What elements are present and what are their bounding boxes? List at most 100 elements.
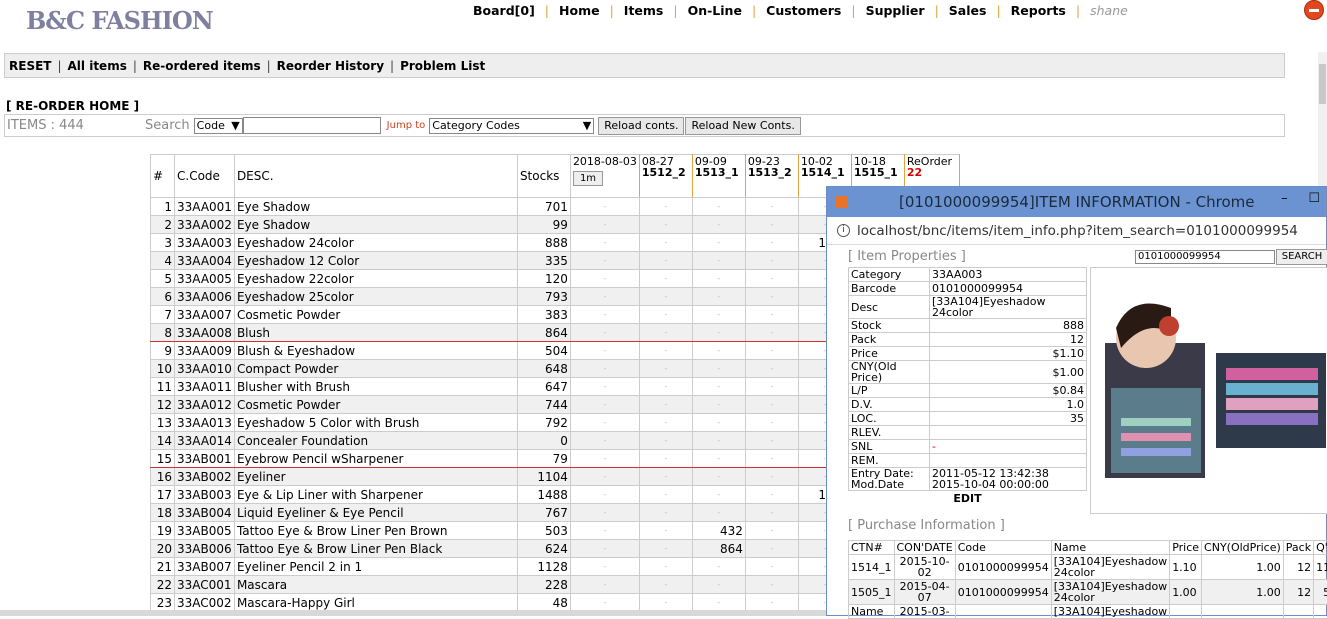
- item-code[interactable]: 33AB006: [175, 540, 235, 558]
- window-title-bar: [0101000099954]ITEM INFORMATION - Chrome…: [827, 187, 1326, 217]
- nav-supplier[interactable]: Supplier: [858, 3, 933, 18]
- maximize-icon[interactable]: ☐: [1308, 191, 1320, 206]
- nav-separator: |: [851, 3, 855, 18]
- item-code[interactable]: 33AA012: [175, 396, 235, 414]
- item-stock: 503: [517, 522, 570, 540]
- logout-icon[interactable]: [1304, 0, 1324, 20]
- container-qty: -: [745, 522, 798, 540]
- item-code[interactable]: 33AA014: [175, 432, 235, 450]
- item-desc: Tattoo Eye & Brow Liner Pen Black: [234, 540, 517, 558]
- horizontal-scrollbar[interactable]: [0, 610, 826, 616]
- nav-on-line[interactable]: On-Line: [680, 3, 750, 18]
- item-code[interactable]: 33AA011: [175, 378, 235, 396]
- container-qty: -: [692, 360, 745, 378]
- purchase-row[interactable]: 1505_12015-04-070101000099954[33A104]Eye…: [849, 580, 1327, 605]
- purchase-name: [33A104]Eyeshadow: [1051, 605, 1169, 619]
- info-icon[interactable]: i: [837, 224, 850, 237]
- container-qty: -: [745, 486, 798, 504]
- one-month-button[interactable]: 1m: [573, 171, 603, 186]
- category-select[interactable]: Category Codes▼: [429, 118, 594, 134]
- item-code[interactable]: 33AA008: [175, 324, 235, 342]
- search-input[interactable]: [243, 117, 381, 134]
- reload-new-conts-button[interactable]: Reload New Conts.: [685, 117, 800, 135]
- container-qty: -: [570, 216, 639, 234]
- nav-customers[interactable]: Customers: [758, 3, 849, 18]
- item-code[interactable]: 33AB003: [175, 486, 235, 504]
- item-code[interactable]: 33AA005: [175, 270, 235, 288]
- container-qty: -: [692, 432, 745, 450]
- item-code[interactable]: 33AB007: [175, 558, 235, 576]
- item-code[interactable]: 33AB002: [175, 468, 235, 486]
- property-key: Category: [849, 268, 930, 282]
- container-code: 1513_1: [695, 167, 743, 178]
- nav-home[interactable]: Home: [551, 3, 608, 18]
- nav-reports[interactable]: Reports: [1003, 3, 1074, 18]
- item-code[interactable]: 33AA003: [175, 234, 235, 252]
- nav-board-0-[interactable]: Board[0]: [465, 3, 543, 18]
- reload-conts-button[interactable]: Reload conts.: [598, 117, 684, 135]
- subnav-separator: |: [57, 59, 61, 73]
- item-code[interactable]: 33AA010: [175, 360, 235, 378]
- item-search-button[interactable]: SEARCH: [1276, 249, 1327, 265]
- item-stock: 335: [517, 252, 570, 270]
- item-stock: 383: [517, 306, 570, 324]
- edit-button[interactable]: EDIT: [849, 491, 1087, 506]
- container-qty: -: [639, 252, 692, 270]
- subnav-all-items[interactable]: All items: [68, 59, 127, 73]
- item-code[interactable]: 33AC001: [175, 576, 235, 594]
- item-code[interactable]: 33AA004: [175, 252, 235, 270]
- row-num: 13: [151, 414, 175, 432]
- nav-items[interactable]: Items: [616, 3, 672, 18]
- brand-logo[interactable]: B&C FASHION: [26, 6, 213, 35]
- header-container-1513_1[interactable]: 09-091513_1: [692, 155, 745, 198]
- minimize-icon[interactable]: –: [1281, 191, 1308, 206]
- container-qty: -: [692, 594, 745, 612]
- item-code[interactable]: 33AA006: [175, 288, 235, 306]
- item-code[interactable]: 33AB004: [175, 504, 235, 522]
- item-code[interactable]: 33AA002: [175, 216, 235, 234]
- item-code[interactable]: 33AA007: [175, 306, 235, 324]
- purchase-ctn: 1514_1: [849, 555, 895, 580]
- container-qty: -: [639, 288, 692, 306]
- item-stock: 888: [517, 234, 570, 252]
- item-stock: 79: [517, 450, 570, 468]
- header-container-1512_2[interactable]: 08-271512_2: [639, 155, 692, 198]
- subnav-reorder-history[interactable]: Reorder History: [277, 59, 384, 73]
- purchase-row[interactable]: 1514_12015-10-020101000099954[33A104]Eye…: [849, 555, 1327, 580]
- nav-sales[interactable]: Sales: [941, 3, 995, 18]
- item-code[interactable]: 33AB005: [175, 522, 235, 540]
- item-stock: 701: [517, 198, 570, 216]
- purchase-row[interactable]: Name2015-03-[33A104]Eyeshadow: [849, 605, 1327, 619]
- row-num: 14: [151, 432, 175, 450]
- row-num: 4: [151, 252, 175, 270]
- container-qty: -: [745, 288, 798, 306]
- container-qty: -: [745, 450, 798, 468]
- search-field-value: Code: [197, 119, 225, 132]
- item-stock: 648: [517, 360, 570, 378]
- subnav-problem-list[interactable]: Problem List: [400, 59, 485, 73]
- window-title: [0101000099954]ITEM INFORMATION - Chrome: [899, 193, 1254, 211]
- purchase-pack: [1283, 605, 1313, 619]
- property-row: Stock888: [849, 319, 1087, 333]
- container-qty: -: [692, 468, 745, 486]
- property-value: 2011-05-12 13:42:38 2015-10-04 00:00:00: [930, 468, 1087, 491]
- header-container-1513_2[interactable]: 09-231513_2: [745, 155, 798, 198]
- item-search-input[interactable]: 0101000099954: [1135, 250, 1275, 264]
- subnav-reset[interactable]: RESET: [9, 59, 51, 73]
- container-qty: -: [639, 432, 692, 450]
- scrollbar-thumb[interactable]: [1319, 64, 1326, 104]
- item-code[interactable]: 33AC002: [175, 594, 235, 612]
- address-bar[interactable]: i localhost/bnc/items/item_info.php?item…: [827, 217, 1326, 245]
- item-code[interactable]: 33AA001: [175, 198, 235, 216]
- container-qty: -: [570, 558, 639, 576]
- item-code[interactable]: 33AB001: [175, 450, 235, 468]
- item-desc: Compact Powder: [234, 360, 517, 378]
- property-value: 12: [930, 333, 1087, 347]
- item-code[interactable]: 33AA009: [175, 342, 235, 360]
- search-bar: ITEMS : 444 Search Code▼ Jump to Categor…: [4, 114, 1285, 137]
- item-stock: 1128: [517, 558, 570, 576]
- container-qty: -: [745, 540, 798, 558]
- item-code[interactable]: 33AA013: [175, 414, 235, 432]
- subnav-re-ordered-items[interactable]: Re-ordered items: [143, 59, 261, 73]
- search-field-select[interactable]: Code▼: [194, 118, 243, 134]
